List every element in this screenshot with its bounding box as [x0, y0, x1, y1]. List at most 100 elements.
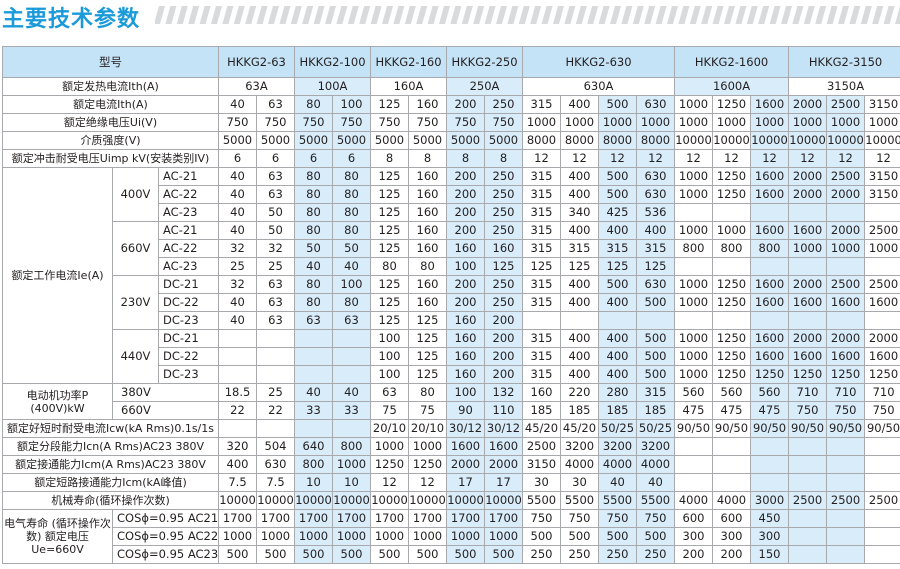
value-cell: 340	[560, 203, 599, 222]
value-cell: 710	[788, 383, 828, 402]
value-cell: 63	[256, 293, 295, 312]
value-cell	[749, 473, 790, 492]
value-cell: 500	[332, 545, 371, 564]
value-cell: 3000	[749, 491, 790, 510]
value-cell: 400	[560, 221, 599, 240]
value-cell	[674, 455, 713, 474]
value-cell: 5500	[636, 491, 675, 510]
value-cell: 80	[294, 185, 333, 204]
value-cell: 1000	[864, 113, 900, 132]
value-cell: 320	[218, 437, 257, 456]
value-cell	[788, 473, 828, 492]
value-cell	[749, 311, 790, 330]
value-cell: 315	[522, 167, 561, 186]
category-label: AC-21	[158, 221, 219, 240]
value-cell: 300	[749, 527, 790, 546]
value-cell: 10000	[218, 491, 257, 510]
value-cell: 315	[522, 347, 561, 366]
value-cell: 3200	[636, 437, 675, 456]
value-cell	[522, 311, 561, 330]
value-cell: 750	[636, 509, 675, 528]
value-cell: 630	[256, 455, 295, 474]
value-cell: 160	[408, 167, 447, 186]
stripe-mark	[211, 6, 222, 24]
value-cell: 1000	[598, 113, 637, 132]
value-cell: 280	[598, 383, 637, 402]
value-cell	[826, 203, 866, 222]
value-cell: 500	[636, 365, 675, 384]
value-cell: 7.5	[256, 473, 295, 492]
value-cell: 10000	[446, 491, 485, 510]
category-label: DC-23	[158, 365, 219, 384]
decorative-stripes	[155, 6, 900, 24]
value-cell: 100	[446, 383, 485, 402]
value-cell: 315	[522, 329, 561, 348]
value-cell: 2000	[826, 329, 866, 348]
value-cell	[826, 311, 866, 330]
value-cell: 450	[749, 509, 790, 528]
value-cell: 80	[332, 293, 371, 312]
stripe-mark	[382, 6, 393, 24]
value-cell: 5000	[370, 131, 409, 150]
value-cell: 1700	[370, 509, 409, 528]
value-cell: 504	[256, 437, 295, 456]
value-cell: 200	[712, 545, 751, 564]
value-cell: 90	[446, 401, 485, 420]
value-cell: 80	[332, 203, 371, 222]
value-cell: 160	[408, 221, 447, 240]
value-cell: 500	[408, 545, 447, 564]
value-cell: 40	[218, 311, 257, 330]
value-cell	[256, 347, 295, 366]
value-cell: 3150A	[788, 77, 900, 96]
value-cell: 315	[598, 239, 637, 258]
value-cell: 1600	[749, 185, 790, 204]
value-cell: 315	[522, 203, 561, 222]
value-cell: 10000	[294, 491, 333, 510]
value-cell: 200	[446, 185, 485, 204]
stripe-mark	[336, 6, 348, 24]
stripe-mark	[325, 6, 336, 24]
value-cell: 5000	[256, 131, 295, 150]
value-cell: 475	[712, 401, 751, 420]
stripe-mark	[222, 6, 234, 24]
stripe-mark	[769, 6, 781, 24]
value-cell: 80	[294, 275, 333, 294]
table-row: 660V 22 22 33 33 75 75 90 110 185 185 185 185 475 475 4…	[3, 401, 900, 420]
voltage-label: 660V	[112, 401, 219, 420]
value-cell: 750	[864, 401, 900, 420]
value-cell: 150	[749, 545, 790, 564]
stripe-mark	[746, 6, 758, 24]
value-cell: 1000	[712, 221, 751, 240]
value-cell: 63A	[218, 77, 295, 96]
value-cell: 300	[712, 527, 751, 546]
value-cell: 40	[218, 203, 257, 222]
value-cell: 2500	[522, 437, 561, 456]
section-header: 主要技术参数	[0, 0, 900, 40]
stripe-mark	[302, 6, 314, 24]
value-cell: 5000	[332, 131, 371, 150]
stripe-mark	[610, 6, 621, 24]
value-cell: 750	[826, 401, 866, 420]
value-cell: 1600	[826, 293, 866, 312]
value-cell: 1000	[332, 455, 371, 474]
value-cell: 400	[598, 365, 637, 384]
value-cell: 10000	[332, 491, 371, 510]
category-label: AC-23	[158, 203, 219, 222]
value-cell: 33	[294, 401, 333, 420]
value-cell: 6	[256, 149, 295, 168]
value-cell: 1600	[826, 347, 866, 366]
value-cell: 400	[560, 347, 599, 366]
value-cell: 400	[560, 329, 599, 348]
value-cell: 125	[408, 311, 447, 330]
stripe-mark	[712, 6, 724, 24]
value-cell: 1000	[864, 239, 900, 258]
value-cell: 500	[294, 545, 333, 564]
value-cell: 1700	[332, 509, 371, 528]
value-cell	[332, 329, 371, 348]
value-cell: 1250	[864, 365, 900, 384]
value-cell: 1000	[826, 113, 866, 132]
row-label: 额定绝缘电压Ui(V)	[2, 113, 219, 132]
value-cell: 1700	[408, 509, 447, 528]
value-cell	[712, 473, 751, 492]
value-cell	[712, 437, 751, 456]
